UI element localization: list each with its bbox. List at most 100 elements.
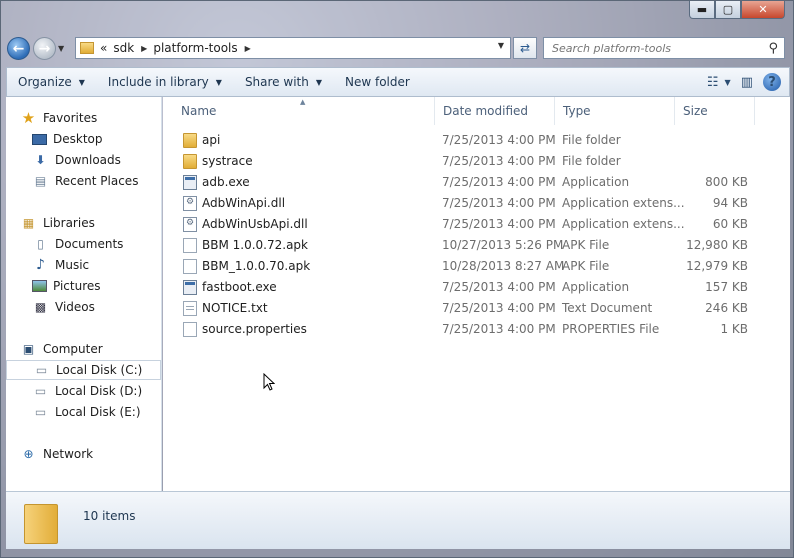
- address-dropdown-icon[interactable]: ▼: [495, 41, 507, 50]
- new-folder-button[interactable]: New folder: [345, 75, 410, 89]
- text-document-icon: [183, 301, 197, 316]
- file-icon: [183, 238, 197, 253]
- details-pane: 10 items: [6, 491, 790, 549]
- nav-local-disk-d[interactable]: ▭ Local Disk (D:): [32, 381, 142, 401]
- star-icon: ★: [21, 109, 36, 127]
- file-name: NOTICE.txt: [202, 301, 268, 315]
- change-view-icon[interactable]: ☷: [707, 75, 719, 90]
- nav-label: Recent Places: [55, 174, 139, 188]
- file-row[interactable]: BBM 1.0.0.72.apk 10/27/2013 5:26 PM APK …: [163, 235, 790, 256]
- maximize-button[interactable]: ▢: [715, 1, 741, 19]
- file-row[interactable]: AdbWinUsbApi.dll 7/25/2013 4:00 PM Appli…: [163, 214, 790, 235]
- file-type: Application: [562, 280, 630, 294]
- file-date: 7/25/2013 4:00 PM: [442, 154, 556, 168]
- nav-label: Computer: [43, 342, 103, 356]
- file-date: 7/25/2013 4:00 PM: [442, 301, 556, 315]
- nav-desktop[interactable]: Desktop: [32, 129, 103, 149]
- file-row[interactable]: adb.exe 7/25/2013 4:00 PM Application 80…: [163, 172, 790, 193]
- nav-music[interactable]: ♪ Music: [32, 255, 89, 275]
- nav-pictures[interactable]: Pictures: [32, 276, 101, 296]
- file-list: Name ▲ Date modified Type Size api 7/25/…: [163, 97, 790, 491]
- minimize-button[interactable]: ▬: [689, 1, 715, 19]
- navigation-buttons: ← → ▼: [7, 37, 64, 60]
- file-type: Application extens...: [562, 217, 685, 231]
- search-icon[interactable]: ⚲: [768, 41, 778, 56]
- file-type: File folder: [562, 133, 621, 147]
- nav-label: Pictures: [53, 279, 101, 293]
- nav-videos[interactable]: ▩ Videos: [32, 297, 95, 317]
- column-header-type[interactable]: Type: [555, 97, 675, 125]
- breadcrumb-sdk[interactable]: sdk: [113, 41, 134, 55]
- close-button[interactable]: ✕: [741, 1, 785, 19]
- nav-computer[interactable]: ▣ Computer: [20, 339, 103, 359]
- nav-network[interactable]: ⊕ Network: [20, 444, 93, 464]
- file-name: systrace: [202, 154, 253, 168]
- recent-pages-dropdown-icon[interactable]: ▼: [58, 44, 64, 53]
- help-icon[interactable]: ?: [763, 73, 781, 91]
- organize-button[interactable]: Organize ▼: [18, 75, 85, 89]
- nav-libraries[interactable]: ▦ Libraries: [20, 213, 95, 233]
- navigation-pane: ★ Favorites Desktop ⬇ Downloads ▤ Recent…: [6, 97, 162, 491]
- folder-icon: [183, 133, 197, 148]
- videos-icon: ▩: [34, 300, 47, 314]
- file-row[interactable]: fastboot.exe 7/25/2013 4:00 PM Applicati…: [163, 277, 790, 298]
- dll-icon: [183, 217, 197, 232]
- file-type: APK File: [562, 238, 610, 252]
- view-controls: ☷ ▼ ▥ ?: [697, 73, 781, 91]
- file-row[interactable]: NOTICE.txt 7/25/2013 4:00 PM Text Docume…: [163, 298, 790, 319]
- search-input[interactable]: [550, 40, 764, 56]
- breadcrumb-separator-icon[interactable]: ▶: [141, 44, 147, 53]
- forward-button[interactable]: →: [33, 37, 56, 60]
- chevron-down-icon: ▼: [215, 77, 222, 87]
- back-button[interactable]: ←: [7, 37, 30, 60]
- nav-local-disk-e[interactable]: ▭ Local Disk (E:): [32, 402, 141, 422]
- nav-label: Local Disk (D:): [55, 384, 143, 398]
- nav-local-disk-c[interactable]: ▭ Local Disk (C:): [6, 360, 161, 380]
- application-icon: [183, 175, 197, 190]
- refresh-button[interactable]: ⇄: [513, 37, 537, 59]
- file-row[interactable]: AdbWinApi.dll 7/25/2013 4:00 PM Applicat…: [163, 193, 790, 214]
- file-name: BBM_1.0.0.70.apk: [202, 259, 311, 273]
- column-header-date[interactable]: Date modified: [435, 97, 555, 125]
- search-box[interactable]: ⚲: [543, 37, 785, 59]
- nav-recent-places[interactable]: ▤ Recent Places: [32, 171, 139, 191]
- mouse-pointer-icon: [263, 372, 276, 395]
- nav-label: Videos: [55, 300, 95, 314]
- address-bar[interactable]: « sdk ▶ platform-tools ▶ ▼: [75, 37, 511, 59]
- breadcrumb-separator-icon[interactable]: ▶: [245, 44, 251, 53]
- chevron-down-icon: ▼: [315, 77, 322, 87]
- disk-drive-icon: ▭: [34, 405, 47, 419]
- nav-downloads[interactable]: ⬇ Downloads: [32, 150, 120, 170]
- file-icon: [183, 259, 197, 274]
- chevron-down-icon: ▼: [78, 77, 85, 87]
- folder-icon: [80, 42, 94, 54]
- nav-favorites[interactable]: ★ Favorites: [20, 108, 97, 128]
- file-date: 10/27/2013 5:26 PM: [442, 238, 564, 252]
- file-row[interactable]: source.properties 7/25/2013 4:00 PM PROP…: [163, 319, 790, 340]
- nav-documents[interactable]: ▯ Documents: [32, 234, 123, 254]
- file-date: 7/25/2013 4:00 PM: [442, 133, 556, 147]
- file-size: 157 KB: [705, 280, 748, 294]
- file-size: 1 KB: [720, 322, 748, 336]
- desktop-icon: [32, 133, 47, 145]
- file-type: Application extens...: [562, 196, 685, 210]
- include-in-library-button[interactable]: Include in library ▼: [108, 75, 222, 89]
- share-with-button[interactable]: Share with ▼: [245, 75, 322, 89]
- column-header-size[interactable]: Size: [675, 97, 755, 125]
- breadcrumb-platform-tools[interactable]: platform-tools: [153, 41, 237, 55]
- view-dropdown-icon[interactable]: ▼: [725, 78, 731, 87]
- file-date: 7/25/2013 4:00 PM: [442, 175, 556, 189]
- column-label: Size: [683, 104, 708, 118]
- file-row[interactable]: systrace 7/25/2013 4:00 PM File folder: [163, 151, 790, 172]
- file-row[interactable]: BBM_1.0.0.70.apk 10/28/2013 8:27 AM APK …: [163, 256, 790, 277]
- folder-icon: [24, 504, 58, 544]
- file-type: APK File: [562, 259, 610, 273]
- nav-label: Favorites: [43, 111, 98, 125]
- file-row[interactable]: api 7/25/2013 4:00 PM File folder: [163, 130, 790, 151]
- preview-pane-icon[interactable]: ▥: [741, 75, 753, 90]
- disk-drive-icon: ▭: [35, 363, 48, 377]
- breadcrumb-overflow[interactable]: «: [100, 41, 107, 55]
- column-label: Type: [563, 104, 591, 118]
- file-date: 7/25/2013 4:00 PM: [442, 322, 556, 336]
- file-size: 60 KB: [712, 217, 748, 231]
